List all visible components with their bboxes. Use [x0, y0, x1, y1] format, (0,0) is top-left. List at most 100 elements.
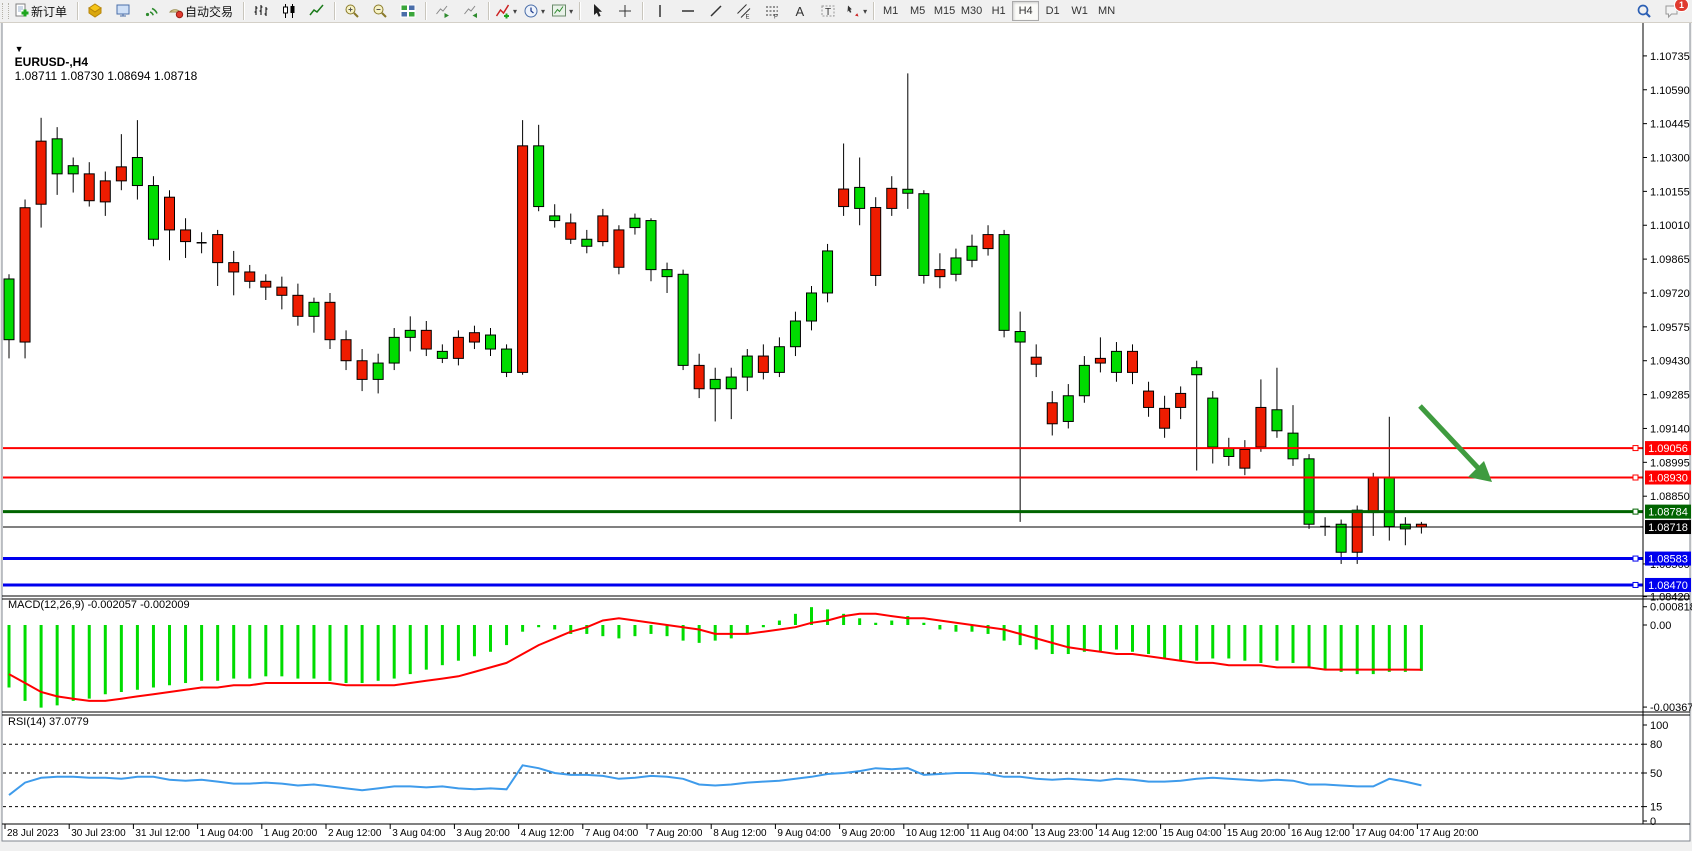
time-axis-label[interactable]: 16 Aug 12:00: [1291, 828, 1350, 839]
price-axis-label[interactable]: 1.10590: [1650, 85, 1690, 97]
candle-body: [774, 347, 784, 373]
level-endpoint-handle[interactable]: [1633, 556, 1638, 561]
horizontal-line-icon[interactable]: [674, 0, 702, 22]
macd-axis-label[interactable]: 0.00: [1650, 620, 1671, 632]
zoom-in-icon[interactable]: [338, 0, 366, 22]
time-axis-label[interactable]: 9 Aug 04:00: [777, 828, 831, 839]
price-axis-label[interactable]: 1.09575: [1650, 322, 1690, 334]
time-axis-label[interactable]: 10 Aug 12:00: [906, 828, 965, 839]
candle-body: [389, 337, 399, 363]
time-axis-label[interactable]: 2 Aug 12:00: [328, 828, 382, 839]
autoscroll-icon[interactable]: [429, 0, 457, 22]
price-axis-label[interactable]: 1.10445: [1650, 119, 1690, 131]
time-axis-label[interactable]: 3 Aug 20:00: [456, 828, 510, 839]
macd-axis-label[interactable]: -0.003677: [1650, 702, 1692, 714]
time-axis-label[interactable]: 15 Aug 04:00: [1163, 828, 1222, 839]
templates-icon[interactable]: ▾: [548, 0, 576, 22]
price-axis-label[interactable]: 1.09430: [1650, 356, 1690, 368]
price-axis-label[interactable]: 1.10735: [1650, 51, 1690, 63]
tile-windows-icon[interactable]: [394, 0, 422, 22]
price-axis-label[interactable]: 1.09140: [1650, 423, 1690, 435]
time-axis-label[interactable]: 31 Jul 12:00: [135, 828, 190, 839]
time-axis-label[interactable]: 13 Aug 23:00: [1034, 828, 1093, 839]
level-endpoint-handle[interactable]: [1633, 509, 1638, 514]
level-endpoint-handle[interactable]: [1633, 582, 1638, 587]
price-axis-label[interactable]: 1.09865: [1650, 254, 1690, 266]
history-center-icon[interactable]: [109, 0, 137, 22]
rsi-axis-label[interactable]: 0: [1650, 816, 1656, 828]
time-axis-label[interactable]: 4 Aug 12:00: [521, 828, 575, 839]
rsi-axis-label[interactable]: 50: [1650, 768, 1662, 780]
notification-count-badge[interactable]: 1: [1674, 0, 1689, 12]
bar-chart-icon[interactable]: [247, 0, 275, 22]
svg-text:A: A: [796, 4, 805, 19]
price-axis-label[interactable]: 1.10155: [1650, 186, 1690, 198]
time-axis-label[interactable]: 7 Aug 04:00: [585, 828, 639, 839]
indicators-icon[interactable]: ▾: [492, 0, 520, 22]
chart-shift-icon[interactable]: [457, 0, 485, 22]
chart-canvas[interactable]: 1.10735 1.10590 1.10445 1.10300 1.10155 1.100…: [0, 0, 1692, 851]
time-axis-label[interactable]: 15 Aug 20:00: [1227, 828, 1286, 839]
line-chart-icon[interactable]: [303, 0, 331, 22]
level-endpoint-handle[interactable]: [1633, 446, 1638, 451]
candlestick-chart-icon[interactable]: [275, 0, 303, 22]
signals-icon[interactable]: [137, 0, 165, 22]
time-axis-label[interactable]: 17 Aug 20:00: [1419, 828, 1478, 839]
timeframe-m1[interactable]: M1: [877, 1, 904, 21]
time-axis-label[interactable]: 28 Jul 2023: [7, 828, 59, 839]
arrows-icon[interactable]: ▾: [842, 0, 870, 22]
timeframe-w1[interactable]: W1: [1066, 1, 1093, 21]
new-order-icon[interactable]: 新订单: [11, 0, 74, 22]
time-axis-label[interactable]: 30 Jul 23:00: [71, 828, 126, 839]
time-axis-label[interactable]: 7 Aug 20:00: [649, 828, 703, 839]
price-axis-label[interactable]: 1.09720: [1650, 288, 1690, 300]
price-axis-label[interactable]: 1.10010: [1650, 220, 1690, 232]
price-axis-label[interactable]: 1.09285: [1650, 390, 1690, 402]
price-badge-value: 1.09056: [1648, 443, 1688, 455]
price-axis-label[interactable]: 1.08850: [1650, 491, 1690, 503]
zoom-out-icon[interactable]: [366, 0, 394, 22]
toolbar-separator: [873, 2, 874, 20]
editor-icon[interactable]: [81, 0, 109, 22]
price-axis-label[interactable]: 1.08995: [1650, 457, 1690, 469]
timeframe-m30[interactable]: M30: [958, 1, 985, 21]
time-axis-label[interactable]: 11 Aug 04:00: [970, 828, 1029, 839]
candle-body: [790, 321, 800, 347]
time-axis-label[interactable]: 8 Aug 12:00: [713, 828, 767, 839]
periods-icon[interactable]: ▾: [520, 0, 548, 22]
cursor-icon[interactable]: [583, 0, 611, 22]
rsi-axis-label[interactable]: 15: [1650, 802, 1662, 814]
candle-body: [630, 218, 640, 227]
search-icon[interactable]: [1630, 0, 1658, 22]
time-axis-label[interactable]: 3 Aug 04:00: [392, 828, 446, 839]
autotrading-icon[interactable]: 自动交易: [165, 0, 240, 22]
time-axis-label[interactable]: 1 Aug 04:00: [200, 828, 254, 839]
fibonacci-icon[interactable]: F: [758, 0, 786, 22]
symbol-dropdown-icon[interactable]: ▼: [15, 44, 24, 54]
timeframe-d1[interactable]: D1: [1039, 1, 1066, 21]
editor-icon: [87, 3, 103, 19]
time-axis-label[interactable]: 14 Aug 12:00: [1098, 828, 1157, 839]
timeframe-h1[interactable]: H1: [985, 1, 1012, 21]
timeframe-mn[interactable]: MN: [1093, 1, 1120, 21]
timeframe-h4[interactable]: H4: [1012, 1, 1039, 21]
crosshair-icon[interactable]: [611, 0, 639, 22]
text-label-icon[interactable]: T: [814, 0, 842, 22]
timeframe-m5[interactable]: M5: [904, 1, 931, 21]
notifications-icon[interactable]: 1: [1658, 0, 1686, 22]
equidistant-channel-icon[interactable]: E: [730, 0, 758, 22]
rsi-axis-label[interactable]: 80: [1650, 739, 1662, 751]
time-axis-label[interactable]: 9 Aug 20:00: [842, 828, 896, 839]
rsi-axis-label[interactable]: 100: [1650, 720, 1668, 732]
text-icon[interactable]: A: [786, 0, 814, 22]
candle-body: [935, 270, 945, 277]
history-center-icon: [115, 3, 131, 19]
time-axis-label[interactable]: 1 Aug 20:00: [264, 828, 318, 839]
time-axis-label[interactable]: 17 Aug 04:00: [1355, 828, 1414, 839]
vertical-line-icon[interactable]: [646, 0, 674, 22]
trendline-icon[interactable]: [702, 0, 730, 22]
level-endpoint-handle[interactable]: [1633, 475, 1638, 480]
timeframe-m15[interactable]: M15: [931, 1, 958, 21]
price-axis-label[interactable]: 1.10300: [1650, 153, 1690, 165]
macd-axis-label[interactable]: 0.000818: [1650, 602, 1692, 614]
